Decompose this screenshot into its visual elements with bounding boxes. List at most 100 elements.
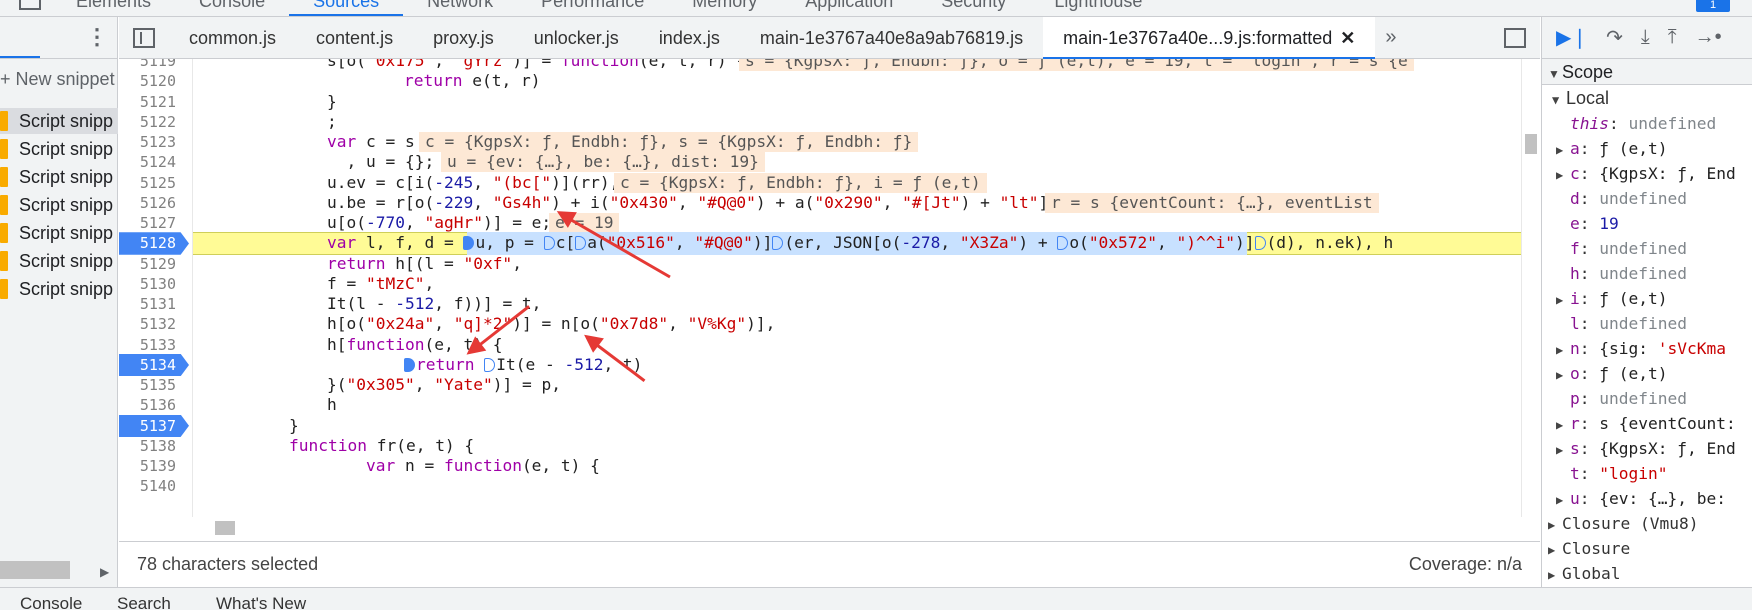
line-number[interactable]: 5131 [119,293,189,316]
code-line[interactable]: 5130 f = "tMzC", [119,273,1521,296]
code-line[interactable]: 5137} [119,414,1521,437]
source-tab[interactable]: unlocker.js [514,17,639,59]
tab-console[interactable]: Console [175,0,289,16]
code-text[interactable]: return It(e - -512, t) [365,354,642,377]
code-text[interactable]: h[o("0x24a", "q]*2")] = n[o("0x7d8", "V%… [327,313,775,336]
snippet-item[interactable]: Script snipp [0,108,118,134]
line-number[interactable]: 5129 [119,253,189,276]
code-line[interactable]: 5125 u.ev = c[i(-245, "(bc[")](rr), c = {K… [119,172,1521,195]
code-text[interactable]: f = "tMzC", [327,273,434,296]
scope-variable[interactable]: ▶ r: s {eventCount: [1556,411,1736,436]
toggle-navigator-icon[interactable] [133,27,155,48]
code-line[interactable]: 5136 h [119,394,1521,417]
code-line[interactable]: 5121} [119,91,1521,114]
code-line[interactable]: 5124 , u = {}; u = {ev: {…}, be: {…}, dis… [119,151,1521,174]
code-text[interactable]: } [327,91,337,114]
tab-application[interactable]: Application [781,0,917,16]
resume-icon[interactable]: ▶❘ [1556,25,1588,50]
scope-variable[interactable]: ▶ u: {ev: {…}, be: [1556,486,1726,511]
code-text[interactable]: ; [327,111,337,134]
step-over-icon[interactable]: ↷ [1606,25,1623,50]
source-tab[interactable]: common.js [169,17,296,59]
code-text[interactable]: u.ev = c[i(-245, "(bc[")](rr), [327,172,619,195]
code-line[interactable]: 5138 function fr(e, t) { [119,435,1521,458]
issues-badge[interactable]: 1 [1696,0,1730,12]
snippet-item[interactable]: Script snipp [0,248,118,274]
scope-variable[interactable]: ▶ i: ƒ (e,t) [1556,286,1667,311]
scope-closure[interactable]: ▶ Closure [1548,536,1630,561]
snippet-item[interactable]: Script snipp [0,220,118,246]
code-text[interactable]: var l, f, d = u, p = c[a("0x516", "#Q@0"… [327,232,1393,255]
code-text[interactable]: var c = s [327,131,415,154]
line-number[interactable]: 5121 [119,91,189,114]
code-line[interactable]: 5139 var n = function(e, t) { [119,455,1521,478]
drawer-tab-console[interactable]: Console [20,594,82,610]
code-line[interactable]: 5129 return h[(l = "0xf", [119,253,1521,276]
code-line[interactable]: 5126 u.be = r[o(-229, "Gs4h") + i("0x430"… [119,192,1521,215]
code-line[interactable]: 5123 var c = sc = {KgpsX: ƒ, Endbh: ƒ}, s… [119,131,1521,154]
step-icon[interactable]: →• [1695,26,1722,49]
code-line[interactable]: 5128 var l, f, d = u, p = c[a("0x516", "#… [119,232,1521,255]
line-number[interactable]: 5135 [119,374,189,397]
tab-performance[interactable]: Performance [517,0,668,16]
line-number[interactable]: 5140 [119,475,189,498]
code-line[interactable]: 5127 u[o(-770, "agHr")] = e; e = 19 [119,212,1521,235]
drawer-tab-whats-new[interactable]: What's New [216,594,306,610]
step-out-icon[interactable]: ⤒ [1668,26,1677,49]
source-tab[interactable]: index.js [639,17,740,59]
step-into-icon[interactable]: ⤓ [1641,26,1650,49]
scope-variable[interactable]: ▶ a: ƒ (e,t) [1556,136,1667,161]
source-tab[interactable]: content.js [296,17,413,59]
source-tab-active[interactable]: main-1e3767a40e...9.js:formatted ✕ [1043,16,1376,59]
line-number[interactable]: 5139 [119,455,189,478]
snippet-item[interactable]: Script snipp [0,164,118,190]
source-tab[interactable]: proxy.js [413,17,514,59]
scope-variable[interactable]: ▶ s: {KgpsX: ƒ, End [1556,436,1736,461]
scope-closure[interactable]: ▶ Closure (Vmu8) [1548,511,1698,536]
breakpoint-marker[interactable]: 5128 [119,232,189,255]
tab-network[interactable]: Network [403,0,517,16]
code-text[interactable]: return h[(l = "0xf", [327,253,522,276]
breakpoint-marker[interactable]: 5134 [119,353,189,377]
close-tab-icon[interactable]: ✕ [1340,28,1355,48]
tab-elements[interactable]: Elements [52,0,175,16]
breakpoint-marker[interactable]: 5137 [119,414,189,437]
code-text[interactable]: }("0x305", "Yate")] = p, [327,374,561,397]
code-text[interactable]: h [327,394,337,417]
line-number[interactable]: 5127 [119,212,189,235]
source-tab[interactable]: main-1e3767a40e8a9ab76819.js [740,17,1043,59]
code-line[interactable]: 5134 return It(e - -512, t) [119,353,1521,377]
code-text[interactable]: It(l - -512, f))] = t, [327,293,541,316]
horizontal-scrollbar[interactable] [0,561,70,579]
inspect-element-icon[interactable] [19,0,41,10]
code-text[interactable]: u[o(-770, "agHr")] = e; [327,212,551,235]
code-text[interactable]: return e(t, r) [365,70,540,93]
line-number[interactable]: 5126 [119,192,189,215]
drawer-tab-search[interactable]: Search [117,594,171,610]
scroll-thumb[interactable] [215,521,235,535]
scope-variable[interactable]: ▶ c: {KgpsX: ƒ, End [1556,161,1736,186]
scope-section-header[interactable]: ▼ Scope [1542,59,1752,85]
scope-variable[interactable]: ▶ o: ƒ (e,t) [1556,361,1667,386]
more-tabs-icon[interactable]: » [1375,26,1406,49]
code-line[interactable]: 5120 return e(t, r) [119,70,1521,93]
line-number[interactable]: 5120 [119,70,189,93]
line-number[interactable]: 5136 [119,394,189,417]
line-number[interactable]: 5123 [119,131,189,154]
vertical-scrollbar[interactable] [1521,59,1540,517]
scope-closure[interactable]: ▶ Global [1548,561,1620,586]
tab-lighthouse[interactable]: Lighthouse [1030,0,1166,16]
code-text[interactable]: , u = {}; [327,151,434,174]
code-text[interactable]: var n = function(e, t) { [327,455,600,478]
scope-variable[interactable]: ▶ n: {sig: 'sVcKma [1556,336,1726,361]
tab-security[interactable]: Security [917,0,1030,16]
snippet-item[interactable]: Script snipp [0,192,118,218]
code-editor[interactable]: 5119 s[o("0x175", "gYrz")] = function(e, … [119,59,1521,517]
code-text[interactable]: u.be = r[o(-229, "Gs4h") + i("0x430", "#… [327,192,1078,215]
line-number[interactable]: 5132 [119,313,189,336]
line-number[interactable]: 5130 [119,273,189,296]
code-line[interactable]: 5135 }("0x305", "Yate")] = p, [119,374,1521,397]
scope-local-header[interactable]: ▼ Local [1552,86,1609,111]
tab-sources[interactable]: Sources [289,0,404,16]
more-options-icon[interactable]: ⋮ [86,26,108,49]
